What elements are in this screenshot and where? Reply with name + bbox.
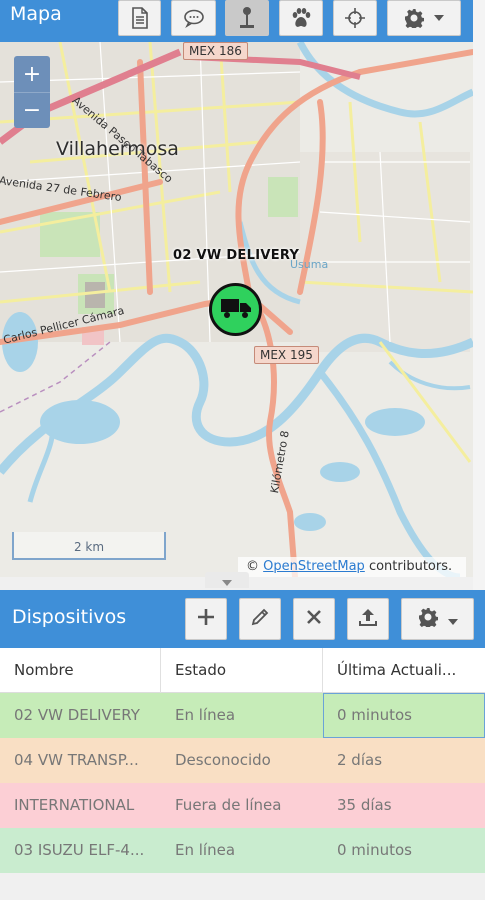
chat-icon (183, 8, 205, 28)
column-header-name[interactable]: Nombre (0, 648, 161, 693)
report-button[interactable] (118, 0, 161, 36)
zoom-in-button[interactable]: + (14, 56, 50, 92)
vehicle-label: 02 VW DELIVERY (173, 248, 300, 263)
chevron-down-icon (447, 610, 458, 629)
devices-header: Dispositivos (0, 590, 485, 648)
chevron-down-icon (222, 571, 232, 590)
device-name-cell: 02 VW DELIVERY (14, 706, 140, 724)
map-attribution: © OpenStreetMap contributors. (238, 557, 466, 577)
device-updated-cell: 0 minutos (337, 841, 412, 859)
device-updated-cell: 35 días (337, 796, 392, 814)
map-settings-button[interactable] (387, 0, 461, 36)
column-header-updated[interactable]: Última Actuali... (323, 648, 485, 693)
column-header-status[interactable]: Estado (161, 648, 323, 693)
table-header: Nombre Estado Última Actuali... (0, 648, 485, 693)
add-icon (197, 608, 215, 630)
paw-button[interactable] (279, 0, 323, 36)
chat-button[interactable] (171, 0, 216, 36)
gear-icon (418, 607, 438, 631)
zoom-out-button[interactable]: − (14, 92, 50, 128)
remove-device-button[interactable] (293, 598, 335, 640)
city-label: Villahermosa (56, 138, 179, 160)
map-title: Mapa (10, 3, 62, 25)
device-status-cell: Fuera de línea (175, 796, 282, 814)
edit-icon (250, 607, 270, 631)
device-updated-cell: 2 días (337, 751, 383, 769)
devices-table: Nombre Estado Última Actuali... 02 VW DE… (0, 648, 485, 900)
device-status-cell: Desconocido (175, 751, 271, 769)
map-header: Mapa (0, 0, 473, 42)
osm-link[interactable]: OpenStreetMap (263, 559, 365, 574)
attribution-prefix: © (246, 559, 264, 574)
map-side-handle (473, 0, 485, 590)
paw-icon (290, 7, 312, 29)
devices-title: Dispositivos (12, 606, 127, 628)
device-updated-cell: 0 minutos (323, 693, 485, 738)
zoom-control: + − (14, 56, 50, 128)
chevron-down-icon (434, 15, 444, 21)
upload-device-button[interactable] (347, 598, 389, 640)
add-device-button[interactable] (185, 598, 227, 640)
device-name-cell: 03 ISUZU ELF-4... (14, 841, 145, 859)
gear-icon (404, 8, 424, 28)
device-name-cell: 04 VW TRANSP... (14, 751, 139, 769)
device-name-cell: INTERNATIONAL (14, 796, 135, 814)
attribution-suffix: contributors. (364, 559, 453, 574)
remove-icon (306, 609, 322, 629)
table-row[interactable]: INTERNATIONAL Fuera de línea 35 días (0, 783, 485, 828)
panel-collapse-toggle[interactable] (205, 572, 249, 588)
table-row[interactable]: 03 ISUZU ELF-4... En línea 0 minutos (0, 828, 485, 873)
report-icon (131, 7, 149, 29)
upload-icon (358, 607, 378, 631)
highway-shield-mid: MEX 195 (254, 346, 319, 364)
geofence-button[interactable] (225, 0, 269, 36)
table-row[interactable]: 04 VW TRANSP... Desconocido 2 días (0, 738, 485, 783)
map-scale: 2 km (12, 532, 166, 560)
table-row[interactable]: 02 VW DELIVERY En línea 0 minutos (0, 693, 485, 738)
map-canvas[interactable]: Avenida Paseo Tabasco Avenida 27 de Febr… (0, 42, 473, 577)
crosshair-icon (344, 7, 366, 29)
locate-button[interactable] (333, 0, 377, 36)
device-status-cell: En línea (175, 706, 236, 724)
highway-shield-top: MEX 186 (183, 42, 248, 60)
truck-icon (220, 297, 252, 323)
device-status-cell: En línea (175, 841, 236, 859)
vehicle-marker[interactable] (209, 283, 262, 336)
edit-device-button[interactable] (239, 598, 281, 640)
devices-settings-button[interactable] (401, 598, 474, 640)
geofence-icon (239, 6, 255, 30)
